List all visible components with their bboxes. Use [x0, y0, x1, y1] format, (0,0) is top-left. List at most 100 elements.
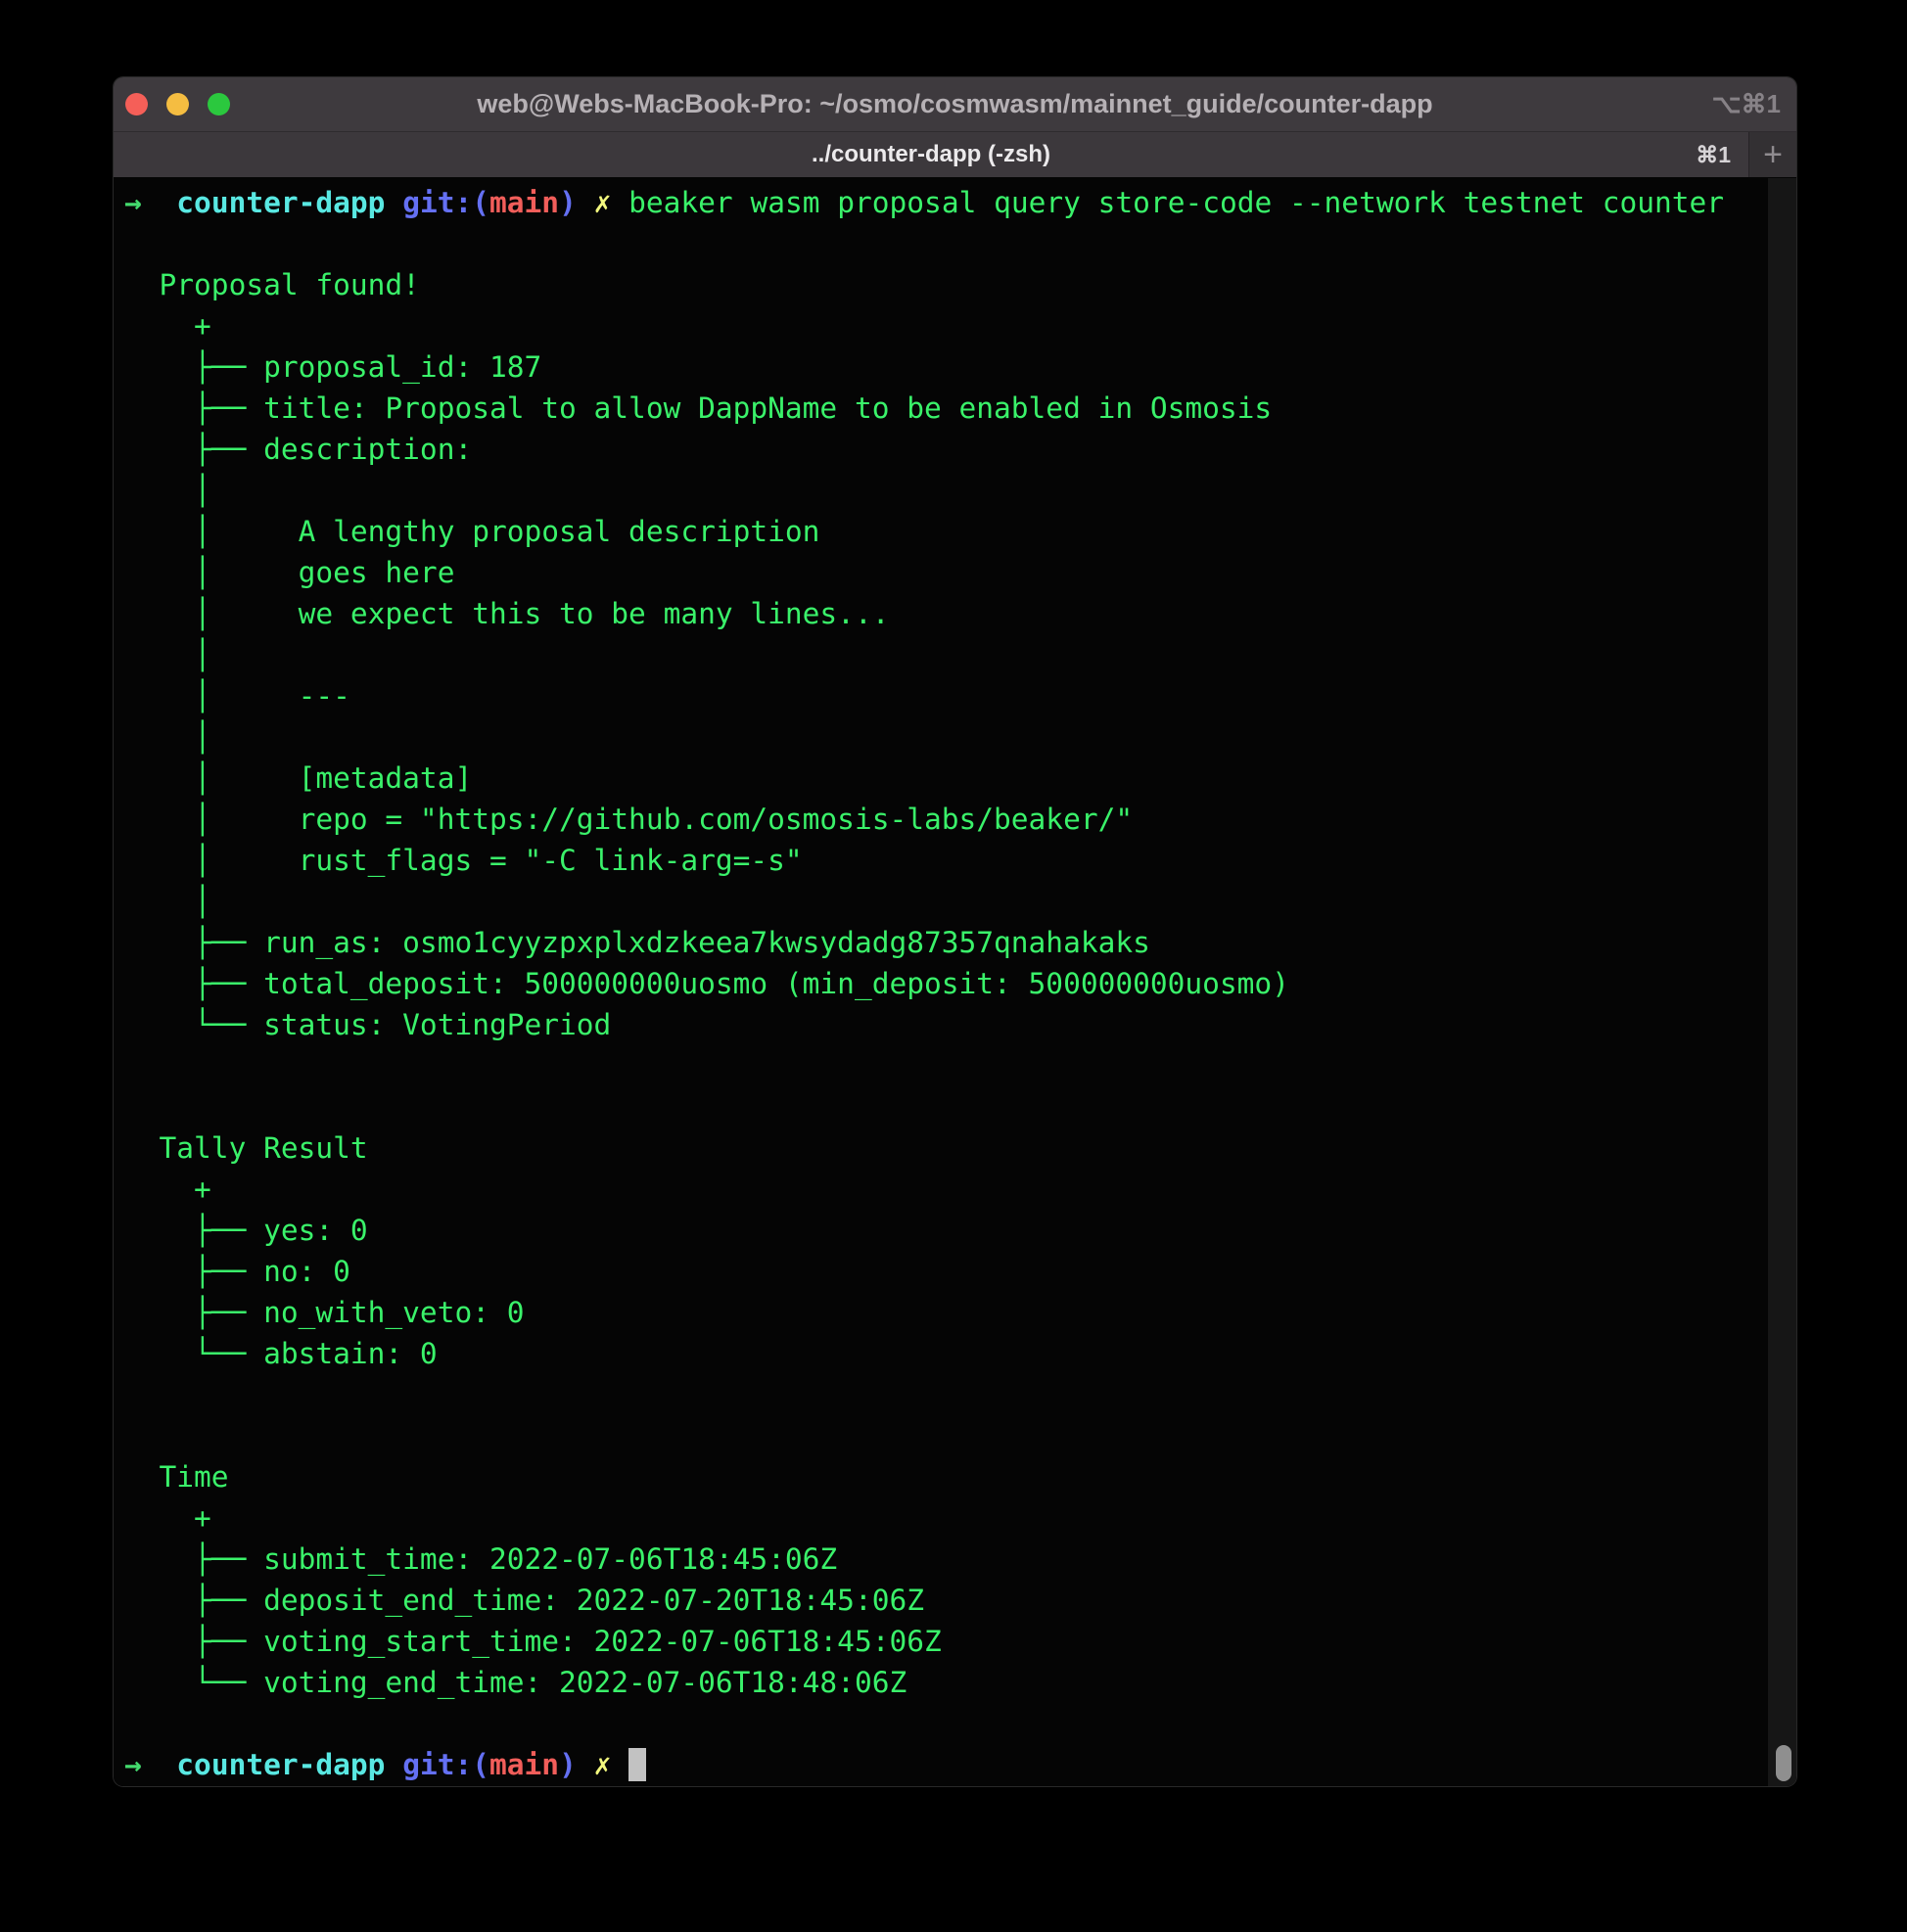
terminal-line — [124, 1045, 1763, 1086]
terminal-line: └── voting_end_time: 2022-07-06T18:48:06… — [124, 1662, 1763, 1703]
terminal-line: │ repo = "https://github.com/osmosis-lab… — [124, 799, 1763, 840]
terminal-text-segment: counter-dapp — [176, 1748, 385, 1781]
terminal-text-segment: │ [metadata] — [124, 761, 472, 795]
terminal-line — [124, 223, 1763, 264]
terminal-line: └── abstain: 0 — [124, 1333, 1763, 1374]
terminal-line: ├── deposit_end_time: 2022-07-20T18:45:0… — [124, 1580, 1763, 1621]
terminal-line: └── status: VotingPeriod — [124, 1004, 1763, 1045]
terminal-text-segment — [577, 186, 594, 219]
terminal-text-segment: └── status: VotingPeriod — [124, 1008, 611, 1041]
terminal-line: + — [124, 305, 1763, 346]
terminal-text-segment: │ repo = "https://github.com/osmosis-lab… — [124, 803, 1133, 836]
plus-icon: + — [1763, 136, 1783, 174]
terminal-text-segment: Tally Result — [124, 1131, 368, 1165]
terminal-line: ├── submit_time: 2022-07-06T18:45:06Z — [124, 1539, 1763, 1580]
terminal-text-segment: Time — [124, 1460, 229, 1494]
close-button[interactable] — [125, 93, 148, 115]
tab-shortcut-badge: ⌘1 — [1696, 132, 1731, 177]
terminal-line: ├── proposal_id: 187 — [124, 346, 1763, 388]
terminal-text-segment: main — [489, 186, 559, 219]
terminal-line: Time — [124, 1456, 1763, 1497]
terminal-text-segment: │ — [124, 720, 211, 754]
terminal-text-segment — [577, 1748, 594, 1781]
terminal-text-segment: ├── no: 0 — [124, 1255, 350, 1288]
terminal-text-segment: + — [124, 1173, 211, 1206]
terminal-text-segment: ├── total_deposit: 500000000uosmo (min_d… — [124, 967, 1289, 1000]
terminal-line: │ — [124, 716, 1763, 758]
terminal-text-segment — [611, 186, 628, 219]
tab-counter-dapp[interactable]: ../counter-dapp (-zsh) ⌘1 — [114, 132, 1748, 177]
terminal-line: → counter-dapp git:(main) ✗ beaker wasm … — [124, 182, 1763, 223]
terminal-line: │ — [124, 634, 1763, 675]
tab-bar: ../counter-dapp (-zsh) ⌘1 + — [114, 132, 1796, 177]
terminal-line: │ --- — [124, 675, 1763, 716]
terminal-text-segment: │ we expect this to be many lines... — [124, 597, 889, 630]
terminal-text-segment: │ rust_flags = "-C link-arg=-s" — [124, 844, 803, 877]
terminal-text-segment: ) — [559, 1748, 577, 1781]
terminal-text-segment: beaker wasm proposal query store-code --… — [628, 186, 1724, 219]
scrollbar-track[interactable] — [1768, 178, 1796, 1786]
terminal-line: Tally Result — [124, 1127, 1763, 1169]
terminal-text-segment — [142, 186, 177, 219]
terminal-line: ├── voting_start_time: 2022-07-06T18:45:… — [124, 1621, 1763, 1662]
traffic-lights — [114, 77, 230, 131]
terminal-line: Proposal found! — [124, 264, 1763, 305]
terminal-text-segment: │ goes here — [124, 556, 454, 589]
terminal-text-segment: ├── run_as: osmo1cyyzpxplxdzkeea7kwsydad… — [124, 926, 1150, 959]
terminal-line: │ [metadata] — [124, 758, 1763, 799]
terminal-line: │ A lengthy proposal description — [124, 511, 1763, 552]
terminal-line — [124, 1415, 1763, 1456]
terminal-text-segment: │ A lengthy proposal description — [124, 515, 819, 548]
tab-title: ../counter-dapp (-zsh) — [812, 141, 1050, 168]
terminal-line: │ rust_flags = "-C link-arg=-s" — [124, 840, 1763, 881]
terminal-line: + — [124, 1169, 1763, 1210]
terminal-text-segment: Proposal found! — [124, 268, 420, 301]
terminal-text-segment: + — [124, 1501, 211, 1535]
terminal-text-segment: │ — [124, 638, 211, 671]
terminal-cursor — [628, 1748, 646, 1781]
terminal-content[interactable]: → counter-dapp git:(main) ✗ beaker wasm … — [114, 178, 1796, 1786]
terminal-text-segment: ✗ — [594, 1748, 612, 1781]
terminal-line: ├── title: Proposal to allow DappName to… — [124, 388, 1763, 429]
minimize-button[interactable] — [166, 93, 189, 115]
terminal-text-segment: ) — [559, 186, 577, 219]
terminal-text-segment: ├── title: Proposal to allow DappName to… — [124, 391, 1272, 425]
terminal-text-segment: → — [124, 1748, 142, 1781]
terminal-line: │ — [124, 881, 1763, 922]
terminal-text-segment: ├── deposit_end_time: 2022-07-20T18:45:0… — [124, 1584, 924, 1617]
terminal-text-segment: ├── proposal_id: 187 — [124, 350, 541, 384]
terminal-text-segment: ├── submit_time: 2022-07-06T18:45:06Z — [124, 1542, 837, 1576]
terminal-text-segment: ✗ — [594, 186, 612, 219]
terminal-line: │ goes here — [124, 552, 1763, 593]
new-tab-button[interactable]: + — [1748, 132, 1796, 177]
terminal-line: ├── yes: 0 — [124, 1210, 1763, 1251]
terminal-text-segment — [385, 1748, 402, 1781]
terminal-text-segment — [611, 1748, 628, 1781]
terminal-line: → counter-dapp git:(main) ✗ — [124, 1744, 1763, 1785]
terminal-text-segment: ├── yes: 0 — [124, 1214, 368, 1247]
terminal-line: ├── run_as: osmo1cyyzpxplxdzkeea7kwsydad… — [124, 922, 1763, 963]
terminal-line: + — [124, 1497, 1763, 1539]
terminal-text-segment — [142, 1748, 177, 1781]
terminal-text-segment: ├── description: — [124, 433, 472, 466]
window-shortcut-badge: ⌥⌘1 — [1712, 77, 1781, 131]
terminal-text-segment: ├── voting_start_time: 2022-07-06T18:45:… — [124, 1625, 942, 1658]
terminal-text-segment: counter-dapp — [176, 186, 385, 219]
terminal-text-segment: └── voting_end_time: 2022-07-06T18:48:06… — [124, 1666, 907, 1699]
terminal-text-segment: │ — [124, 885, 211, 918]
terminal-line — [124, 1086, 1763, 1127]
terminal-text-segment: └── abstain: 0 — [124, 1337, 438, 1370]
terminal-line — [124, 1703, 1763, 1744]
window-title: web@Webs-MacBook-Pro: ~/osmo/cosmwasm/ma… — [114, 89, 1796, 119]
terminal-text-segment: git:( — [402, 186, 489, 219]
zoom-button[interactable] — [208, 93, 230, 115]
scrollbar-thumb[interactable] — [1776, 1745, 1791, 1781]
window-titlebar[interactable]: web@Webs-MacBook-Pro: ~/osmo/cosmwasm/ma… — [114, 77, 1796, 132]
terminal-line: ├── no: 0 — [124, 1251, 1763, 1292]
terminal-text-segment — [385, 186, 402, 219]
terminal-line: │ we expect this to be many lines... — [124, 593, 1763, 634]
terminal-line: ├── total_deposit: 500000000uosmo (min_d… — [124, 963, 1763, 1004]
terminal-text-segment: + — [124, 309, 211, 343]
terminal-line: ├── no_with_veto: 0 — [124, 1292, 1763, 1333]
terminal-text-segment: → — [124, 186, 142, 219]
